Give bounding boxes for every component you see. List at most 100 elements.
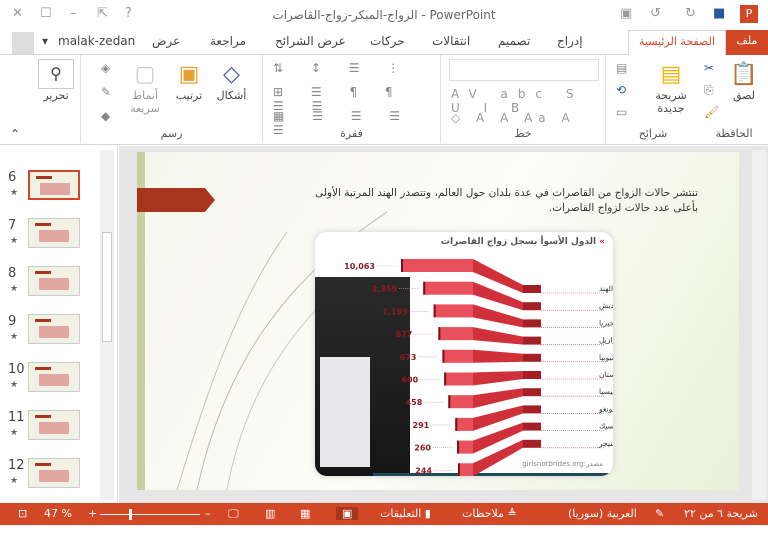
shape-effects-icon[interactable]: ◆ [101, 109, 110, 123]
maximize-icon[interactable]: ☐ [40, 6, 52, 21]
present-icon[interactable]: ▣ [620, 6, 632, 21]
chart-country-bar [523, 405, 541, 414]
slide-thumbnail[interactable] [28, 410, 80, 440]
chart-bar [444, 372, 473, 386]
close-icon[interactable]: ✕ [12, 6, 23, 21]
slide-thumbnail[interactable] [28, 458, 80, 488]
thumbnail-number: 9 [8, 314, 17, 329]
user-name[interactable]: malak-zedan [58, 34, 135, 48]
tab-design[interactable]: تصميم [498, 34, 530, 48]
copy-icon[interactable]: ⎘ [704, 83, 714, 98]
minimize-icon[interactable]: – [70, 6, 77, 21]
slide-thumbnail[interactable] [28, 266, 80, 296]
format-painter-icon[interactable]: 🖌 [704, 105, 719, 119]
fit-slide-icon[interactable]: ⊡ [18, 507, 27, 520]
group-label-font: خط [514, 127, 532, 140]
tab-view[interactable]: عرض [152, 34, 180, 48]
reading-view-icon[interactable]: ▥ [265, 507, 275, 520]
slide-thumbnail[interactable] [28, 362, 80, 392]
slideshow-view-icon[interactable]: 🖵 [228, 507, 239, 521]
save-icon[interactable]: ■ [713, 6, 725, 21]
font-name-select[interactable] [449, 59, 599, 81]
spellcheck-icon[interactable]: ✎ [655, 507, 664, 520]
redo-icon[interactable]: ↻ [685, 6, 696, 21]
chart-category-label: المكسيك [599, 422, 613, 431]
slide-body-text[interactable]: تنتشر حالات الزواج من القاصرات في عدة بل… [290, 186, 698, 216]
slide-thumbnail[interactable] [28, 218, 80, 248]
chart-bar [448, 395, 473, 409]
slide-thumbnail[interactable] [28, 314, 80, 344]
notes-button[interactable]: ملاحظات ≜ [462, 507, 517, 520]
thumbnail-number: 6 [8, 170, 17, 185]
chart-bar [423, 281, 473, 295]
paste-label: لصق [732, 89, 756, 102]
section-icon[interactable]: ▭ [616, 105, 627, 119]
comments-button[interactable]: التعليقات ▮ [380, 507, 431, 520]
chart-category-label: البرازيل [599, 336, 613, 345]
chart-country-bar [523, 285, 541, 293]
ribbon-tabs: ▾ malak-zedan عرض مراجعة عرض الشرائح حرك… [0, 30, 768, 56]
chart-connector [473, 327, 523, 345]
tab-slideshow[interactable]: عرض الشرائح [275, 34, 346, 48]
new-slide-button[interactable]: ▤ شريحة جديدة [646, 61, 696, 115]
collapse-ribbon-icon[interactable]: ⌃ [10, 127, 20, 141]
quick-styles-button[interactable]: ▢ أنماط سريعة [123, 61, 167, 115]
infographic-image[interactable]: » الدول الأسوأ بسجل زواج القاصرات girlsn… [315, 232, 613, 476]
tab-home[interactable]: الصفحة الرئيسية [628, 30, 726, 56]
tab-animations[interactable]: حركات [370, 34, 405, 48]
ribbon-display-icon[interactable]: ⇱ [97, 6, 108, 21]
shape-fill-icon[interactable]: ◈ [101, 61, 110, 75]
chart-category-label: نيجيريا [599, 318, 613, 327]
chart-connector [473, 371, 523, 386]
zoom-slider[interactable] [100, 514, 200, 515]
account-dropdown-icon[interactable]: ▾ [42, 34, 48, 48]
chart-country-bar [523, 319, 541, 328]
chart-bar-edge [438, 327, 441, 341]
arrange-label: ترتيب [175, 89, 203, 102]
zoom-in-icon[interactable]: + [88, 507, 97, 520]
tab-transitions[interactable]: انتقالات [432, 34, 470, 48]
shapes-button[interactable]: ◇ أشكال [209, 61, 254, 102]
group-drawing: ◇ أشكال ▣ ترتيب ▢ أنماط سريعة ◈ ✎ ◆ رسم [80, 55, 262, 143]
arrange-button[interactable]: ▣ ترتيب [169, 61, 209, 102]
font-size-buttons[interactable]: ◇ A A Aa A [451, 111, 576, 125]
tab-file[interactable]: ملف [726, 30, 768, 55]
language-indicator[interactable]: العربية (سوريا) [568, 507, 637, 520]
chart-country-bar [523, 439, 541, 448]
layout-icon[interactable]: ▤ [616, 61, 627, 75]
chart-connector [473, 349, 523, 363]
paragraph-top-buttons[interactable]: ⇅ ↕ ☰ ⋮ [273, 61, 411, 75]
zoom-level[interactable]: 47 % [44, 507, 72, 520]
chart-country-bar [523, 371, 541, 379]
slide-sorter-icon[interactable]: ▦ [300, 507, 310, 520]
tab-review[interactable]: مراجعة [210, 34, 246, 48]
chart-value-label: 260 [414, 444, 431, 453]
normal-view-icon[interactable]: ▣ [336, 507, 359, 520]
avatar[interactable] [12, 32, 34, 54]
chart-country-bar [523, 388, 541, 397]
chart-bar [401, 259, 473, 272]
slide-scrollbar[interactable] [752, 150, 766, 500]
group-slides: ▤ شريحة جديدة ▤ ⟲ ▭ شرائح [605, 55, 700, 143]
slide-thumbnail[interactable] [28, 170, 80, 200]
edit-button[interactable]: ⚲ تحرير [38, 59, 74, 102]
tab-insert[interactable]: إدراج [557, 34, 583, 48]
ribbon: 📋 لصق ✂ ⎘ 🖌 الحافظة ▤ شريحة جديدة ▤ ⟲ ▭ شرا… [0, 55, 768, 145]
chart-connector [473, 388, 523, 409]
reset-icon[interactable]: ⟲ [616, 83, 626, 97]
comments-label: التعليقات [380, 507, 422, 520]
undo-icon[interactable]: ↺ [650, 6, 661, 21]
chart-country-bar [523, 302, 541, 311]
chart-country-bar [523, 422, 541, 431]
thumbnail-scroll-thumb[interactable] [102, 232, 112, 342]
shape-outline-icon[interactable]: ✎ [101, 85, 111, 99]
cut-icon[interactable]: ✂ [704, 61, 714, 75]
zoom-slider-thumb[interactable] [129, 509, 132, 520]
edit-label: تحرير [43, 89, 69, 102]
help-icon[interactable]: ? [125, 6, 132, 21]
notes-label: ملاحظات [462, 507, 504, 520]
zoom-out-icon[interactable]: – [205, 507, 211, 520]
chart-bar-edge [442, 349, 445, 363]
group-label-drawing: رسم [160, 127, 183, 140]
paste-button[interactable]: 📋 لصق [724, 61, 764, 102]
